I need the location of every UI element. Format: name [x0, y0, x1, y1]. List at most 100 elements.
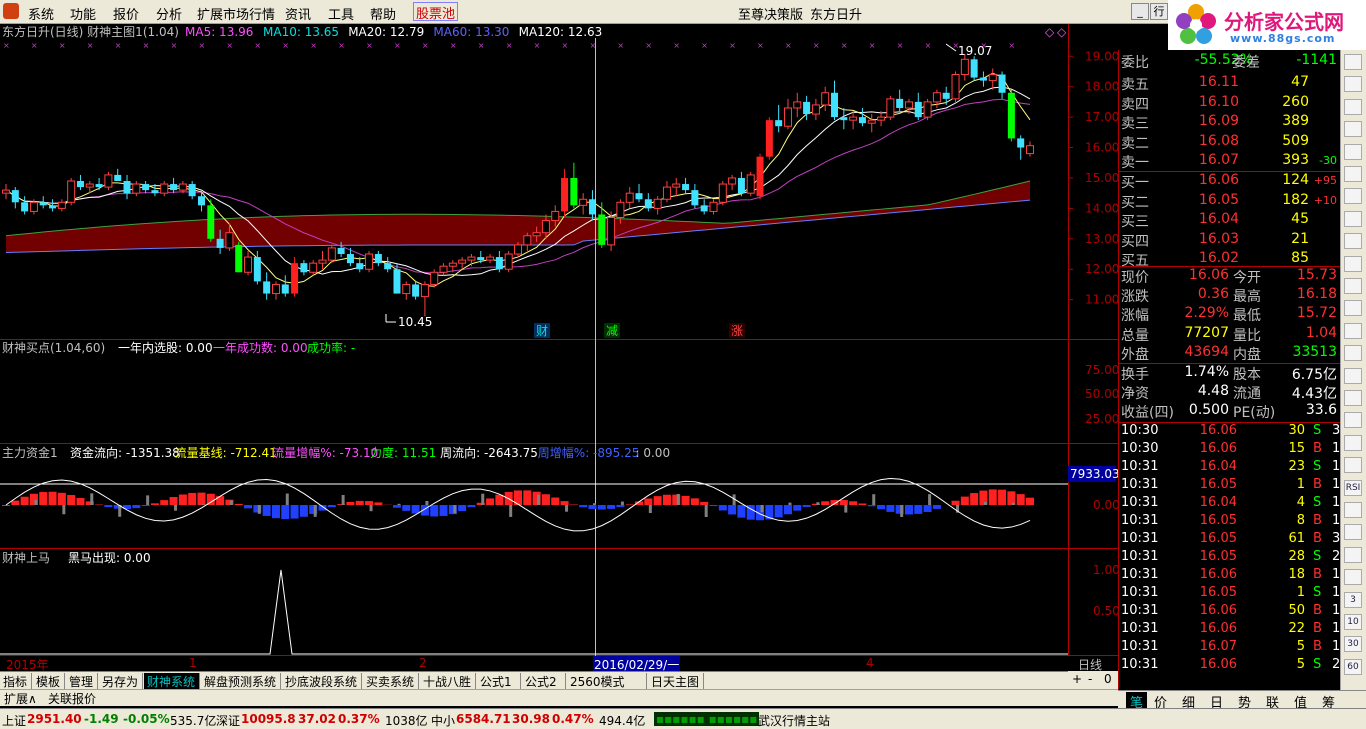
toolbar-icon-21[interactable] — [1344, 524, 1362, 541]
tab-8[interactable]: 十战八胜 — [420, 673, 476, 689]
toolbar-icon-18[interactable] — [1344, 457, 1362, 474]
flow-bar — [681, 495, 690, 505]
minimize-button[interactable]: _ — [1131, 3, 1149, 20]
flow-bar — [783, 505, 792, 515]
menu-function[interactable]: 功能 — [70, 4, 96, 23]
toolbar-icon-15[interactable] — [1344, 390, 1362, 406]
top-marker: × — [869, 41, 876, 50]
candle — [765, 117, 773, 160]
menu-quote[interactable]: 报价 — [113, 4, 139, 23]
buy-price-2[interactable]: 16.04 — [1179, 211, 1239, 227]
flow-bar — [299, 505, 308, 517]
tab-6[interactable]: 抄底波段系统 — [282, 673, 362, 689]
candle — [923, 98, 932, 121]
zoom-in-button[interactable]: + — [1072, 672, 1082, 686]
buy-price-1[interactable]: 16.05 — [1179, 192, 1239, 208]
tick-dir-8: B — [1313, 567, 1322, 582]
toolbar-icon-7[interactable] — [1344, 210, 1362, 227]
buy-price-4[interactable]: 16.02 — [1179, 250, 1239, 266]
flow-bar — [960, 496, 969, 505]
tick-time-9: 10:31 — [1121, 585, 1159, 600]
tick-time-7: 10:31 — [1121, 549, 1159, 564]
toolbar-icon-23[interactable] — [1344, 569, 1362, 586]
toolbar-icon-19[interactable]: RSI — [1344, 479, 1362, 496]
tick-price-5: 16.05 — [1199, 513, 1237, 528]
tab-expand[interactable]: 扩展∧ — [0, 690, 41, 707]
menu-news[interactable]: 资讯 — [285, 4, 311, 23]
tab-12[interactable]: 日天主图 — [648, 673, 704, 689]
flow-bar — [793, 505, 802, 511]
tab-0[interactable]: 指标 — [0, 673, 32, 689]
stat-value-b-1: 16.18 — [1296, 286, 1337, 303]
toolbar-icon-6[interactable] — [1344, 188, 1362, 205]
main-chart-title: 东方日升(日线) 财神主图1(1.04) — [2, 24, 179, 39]
reset-button[interactable]: 0 — [1104, 672, 1112, 686]
app-logo-icon[interactable] — [3, 3, 19, 19]
toolbar-icon-4[interactable] — [1344, 143, 1362, 160]
tick-time-8: 10:31 — [1121, 567, 1159, 582]
tick-dir-6: B — [1313, 531, 1322, 546]
zoom-out-button[interactable]: - — [1088, 672, 1092, 686]
toolbar-icon-1[interactable] — [1344, 76, 1362, 93]
toolbar-icon-11[interactable] — [1344, 300, 1362, 317]
menu-help[interactable]: 帮助 — [370, 4, 396, 23]
toolbar-icon-20[interactable] — [1344, 502, 1362, 518]
toolbar-icon-14[interactable] — [1344, 367, 1362, 384]
tab-7[interactable]: 买卖系统 — [363, 673, 419, 689]
tab-3[interactable]: 另存为 — [99, 673, 143, 689]
sell-price-4[interactable]: 16.07 — [1179, 152, 1239, 168]
tab-10[interactable]: 公式2 — [522, 673, 566, 689]
toolbar-icon-12[interactable] — [1344, 322, 1362, 339]
tab-11[interactable]: 2560模式 — [567, 673, 647, 689]
kline-chart[interactable]: 19.00 18.00 17.00 16.00 15.00 14.00 13.00 12.00… — [0, 24, 1118, 656]
sell-price-2[interactable]: 16.09 — [1179, 113, 1239, 129]
panel4-ytick-0: 1.00 — [1093, 563, 1118, 577]
low-price-label: 10.45 — [398, 315, 432, 329]
toolbar-icon-16[interactable] — [1344, 412, 1362, 429]
toolbar-icon-25[interactable]: 10 — [1344, 614, 1362, 630]
row-button[interactable]: 行 — [1150, 3, 1168, 20]
toolbar-icon-3[interactable] — [1344, 121, 1362, 138]
toolbar-icon-27[interactable]: 60 — [1344, 658, 1362, 675]
stat2-value-a-2: 0.500 — [1188, 402, 1229, 419]
menu-analysis[interactable]: 分析 — [156, 4, 182, 23]
toolbar-icon-17[interactable] — [1344, 434, 1362, 451]
panel3-value: 7933.03 — [1070, 467, 1118, 481]
tick-vol-7: 28 — [1288, 549, 1305, 564]
menu-tools[interactable]: 工具 — [328, 4, 354, 23]
sell-price-3[interactable]: 16.08 — [1179, 133, 1239, 149]
tab-5[interactable]: 解盘预测系统 — [201, 673, 281, 689]
menu-stock-pool[interactable]: 股票池 — [413, 2, 459, 22]
candle — [970, 56, 978, 81]
toolbar-icon-5[interactable] — [1344, 166, 1362, 182]
tab-related-quote[interactable]: 关联报价 — [44, 690, 100, 707]
sell-price-1[interactable]: 16.10 — [1179, 94, 1239, 110]
toolbar-icon-0[interactable] — [1344, 54, 1362, 70]
top-marker: × — [534, 41, 541, 50]
toolbar-icon-24[interactable]: 3 — [1344, 591, 1362, 608]
diamond-icon[interactable]: ◇ — [1045, 25, 1055, 39]
top-marker: × — [757, 41, 764, 50]
toolbar-icon-9[interactable] — [1344, 255, 1362, 272]
buy-price-3[interactable]: 16.03 — [1179, 231, 1239, 247]
toolbar-icon-22[interactable] — [1344, 546, 1362, 563]
tab-4[interactable]: 财神系统 — [144, 673, 200, 689]
toolbar-icon-13[interactable] — [1344, 345, 1362, 362]
sell-price-0[interactable]: 16.11 — [1179, 74, 1239, 90]
menu-ext-market[interactable]: 扩展市场行情 — [197, 4, 275, 23]
weicha-value: -1141 — [1296, 52, 1337, 68]
tab-1[interactable]: 模板 — [33, 673, 65, 689]
toolbar-icon-10[interactable] — [1344, 278, 1362, 294]
ma-legend-3: MA60: 13.30 — [433, 25, 509, 39]
menu-system[interactable]: 系统 — [28, 4, 54, 23]
close-indicator-icon[interactable]: ◇ — [1057, 25, 1067, 39]
tab-2[interactable]: 管理 — [66, 673, 98, 689]
toolbar-icon-26[interactable]: 30 — [1344, 636, 1362, 653]
flow-bar — [76, 498, 85, 505]
buy-price-0[interactable]: 16.06 — [1179, 172, 1239, 188]
server-name[interactable]: 武汉行情主站 — [758, 712, 830, 729]
tab-9[interactable]: 公式1 — [477, 673, 521, 689]
tick-time-10: 10:31 — [1121, 603, 1159, 618]
toolbar-icon-2[interactable] — [1344, 98, 1362, 115]
toolbar-icon-8[interactable] — [1344, 233, 1362, 250]
